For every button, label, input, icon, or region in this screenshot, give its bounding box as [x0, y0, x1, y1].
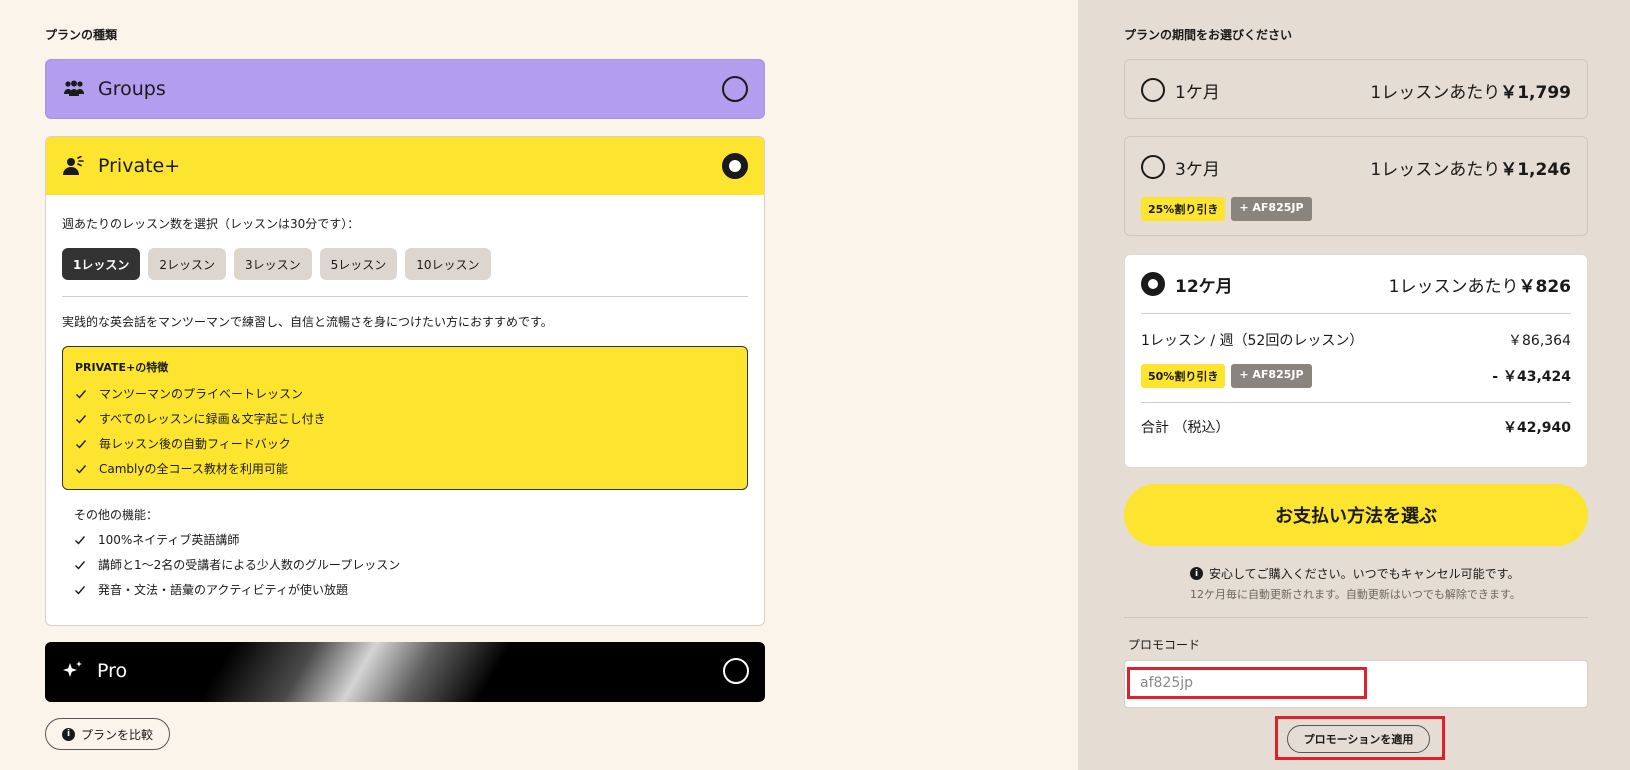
plan-card-groups[interactable]: Groups	[45, 59, 765, 119]
features-box: PRIVATE+の特徴 マンツーマンのプライベートレッスン すべてのレッスンに録…	[62, 346, 748, 490]
promo-code-input[interactable]	[1127, 667, 1367, 699]
period-price: 1レッスンあたり￥1,246	[1370, 155, 1571, 180]
secure-note: i 安心してご購入ください。いつでもキャンセル可能です。	[1190, 565, 1519, 582]
feature-item: 毎レッスン後の自動フィードバック	[75, 431, 735, 456]
discount-badge: 50%割り引き	[1141, 364, 1226, 388]
price-prefix: 1レッスンあたり	[1370, 159, 1501, 180]
lesson-line: 1レッスン / 週（52回のレッスン） ￥86,364	[1141, 322, 1571, 358]
features-title: PRIVATE+の特徴	[75, 361, 169, 374]
radio-12-months[interactable]	[1141, 272, 1165, 296]
info-icon: i	[1190, 567, 1203, 580]
plan-type-panel: プランの種類 Groups Private+ 週あたりのレッスン数を選択（レッス…	[0, 0, 1078, 770]
total-value: ￥42,940	[1502, 420, 1571, 436]
radio-1-month[interactable]	[1141, 78, 1165, 102]
sparkle-icon	[61, 659, 85, 683]
check-icon	[74, 534, 86, 546]
period-name: 3ケ月	[1175, 159, 1220, 180]
price-value: ￥1,246	[1500, 159, 1571, 180]
other-feature-item: 講師と1〜2名の受講者による少人数のグループレッスン	[74, 552, 736, 577]
other-feature-item: 100%ネイティブ英語講師	[74, 527, 736, 552]
other-feature-item: 発音・文法・語彙のアクティビティが使い放題	[74, 577, 736, 602]
feature-text: 毎レッスン後の自動フィードバック	[99, 437, 291, 451]
lesson-option-5[interactable]: 5レッスン	[319, 248, 398, 280]
compare-plans-button[interactable]: i プランを比較	[45, 718, 171, 750]
lesson-option-10[interactable]: 10レッスン	[405, 248, 491, 280]
divider	[1141, 313, 1571, 314]
check-icon	[75, 413, 87, 425]
price-value: ￥826	[1518, 276, 1572, 297]
other-feature-text: 100%ネイティブ英語講師	[98, 533, 240, 547]
period-name: 12ケ月	[1175, 276, 1233, 297]
private-person-icon	[62, 154, 86, 178]
apply-promo-highlight: プロモーションを適用	[1275, 716, 1445, 760]
period-price: 1レッスンあたり￥1,799	[1370, 78, 1571, 103]
divider	[62, 296, 748, 297]
promo-code-badge: + AF825JP	[1231, 364, 1312, 388]
period-option-12-months[interactable]: 12ケ月 1レッスンあたり￥826 1レッスン / 週（52回のレッスン） ￥8…	[1124, 254, 1588, 468]
plan-period-panel: プランの期間をお選びください 1ケ月 1レッスンあたり￥1,799 3ケ月 1レ…	[1078, 0, 1630, 770]
check-icon	[75, 438, 87, 450]
check-icon	[75, 463, 87, 475]
check-icon	[75, 388, 87, 400]
lesson-count-question: 週あたりのレッスン数を選択（レッスンは30分です）：	[62, 217, 360, 231]
other-features-title: その他の機能：	[74, 508, 159, 522]
price-prefix: 1レッスンあたり	[1370, 82, 1501, 103]
choose-payment-button[interactable]: お支払い方法を選ぶ	[1124, 484, 1588, 546]
groups-icon	[62, 77, 86, 101]
period-label: プランの期間をお選びください	[1124, 28, 1293, 42]
check-icon	[74, 584, 86, 596]
lesson-option-3[interactable]: 3レッスン	[234, 248, 312, 280]
period-name: 1ケ月	[1175, 82, 1220, 103]
info-icon: i	[62, 727, 75, 741]
plan-name-groups: Groups	[98, 78, 166, 100]
auto-renew-note: 12ケ月毎に自動更新されます。自動更新はいつでも解除できます。	[1190, 588, 1521, 601]
radio-groups[interactable]	[722, 76, 748, 102]
lesson-line-value: ￥86,364	[1508, 333, 1571, 349]
lesson-option-1[interactable]: 1レッスン	[62, 248, 141, 280]
discount-value: - ￥43,424	[1492, 369, 1571, 385]
price-value: ￥1,799	[1500, 82, 1571, 103]
period-option-1-month[interactable]: 1ケ月 1レッスンあたり￥1,799	[1124, 59, 1588, 119]
promo-code-badge: + AF825JP	[1231, 197, 1312, 221]
divider	[1141, 402, 1571, 403]
discount-line: 50%割り引き + AF825JP - ￥43,424	[1141, 358, 1571, 394]
promo-code-field	[1124, 660, 1588, 708]
total-line: 合計 （税込） ￥42,940	[1141, 409, 1571, 445]
feature-text: Camblyの全コース教材を利用可能	[99, 462, 288, 476]
divider	[1124, 617, 1588, 618]
compare-plans-label: プランを比較	[81, 727, 154, 742]
apply-promo-button[interactable]: プロモーションを適用	[1287, 725, 1430, 753]
discount-badge: 25%割り引き	[1141, 197, 1226, 221]
check-icon	[74, 559, 86, 571]
radio-private-plus[interactable]	[722, 153, 748, 179]
plan-description: 実践的な英会話をマンツーマンで練習し、自信と流暢さを身につけたい方におすすめです…	[62, 315, 553, 329]
plan-name-private-plus: Private+	[98, 155, 181, 177]
period-price: 1レッスンあたり￥826	[1389, 272, 1571, 297]
lesson-option-2[interactable]: 2レッスン	[148, 248, 226, 280]
plan-card-pro[interactable]: Pro	[45, 642, 765, 702]
other-features: その他の機能： 100%ネイティブ英語講師 講師と1〜2名の受講者による少人数の…	[62, 490, 748, 602]
feature-item: マンツーマンのプライベートレッスン	[75, 381, 735, 406]
other-feature-text: 講師と1〜2名の受講者による少人数のグループレッスン	[98, 558, 401, 572]
radio-pro[interactable]	[723, 658, 749, 684]
price-prefix: 1レッスンあたり	[1388, 276, 1519, 297]
secure-text: 安心してご購入ください。いつでもキャンセル可能です。	[1209, 567, 1520, 581]
feature-item: すべてのレッスンに録画＆文字起こし付き	[75, 406, 735, 431]
feature-item: Camblyの全コース教材を利用可能	[75, 456, 735, 481]
plan-name-pro: Pro	[97, 660, 128, 682]
lesson-count-options: 1レッスン 2レッスン 3レッスン 5レッスン 10レッスン	[62, 248, 748, 280]
plan-type-label: プランの種類	[45, 28, 118, 42]
other-feature-text: 発音・文法・語彙のアクティビティが使い放題	[98, 583, 348, 597]
lesson-line-label: 1レッスン / 週（52回のレッスン）	[1141, 333, 1364, 349]
radio-3-months[interactable]	[1141, 155, 1165, 179]
promo-code-label: プロモコード	[1128, 638, 1201, 652]
feature-text: すべてのレッスンに録画＆文字起こし付き	[99, 412, 326, 426]
feature-text: マンツーマンのプライベートレッスン	[99, 387, 304, 401]
plan-card-private-plus[interactable]: Private+ 週あたりのレッスン数を選択（レッスンは30分です）： 1レッス…	[45, 136, 765, 626]
total-label: 合計 （税込）	[1141, 420, 1230, 436]
period-option-3-months[interactable]: 3ケ月 1レッスンあたり￥1,246 25%割り引き + AF825JP	[1124, 136, 1588, 236]
